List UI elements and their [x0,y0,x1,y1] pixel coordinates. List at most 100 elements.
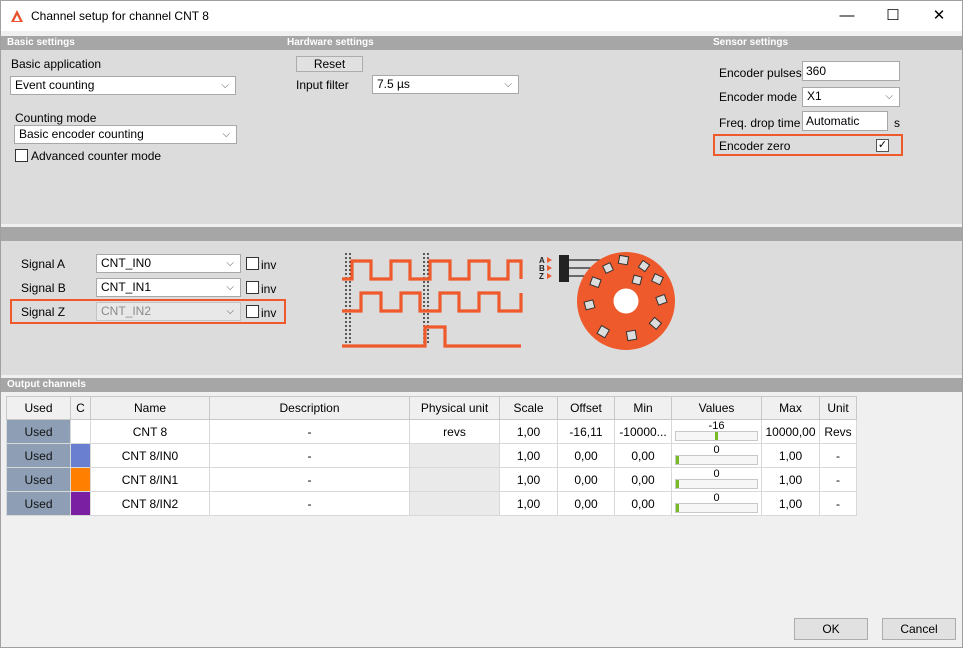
column-header-unit[interactable]: Unit [819,396,857,420]
column-header-max[interactable]: Max [761,396,820,420]
encoder-mode-select[interactable]: X1 ⌵ [802,87,900,107]
value-bar [675,431,758,441]
column-header-name[interactable]: Name [90,396,210,420]
counting-mode-select[interactable]: Basic encoder counting ⌵ [14,125,237,144]
description-cell[interactable]: - [209,419,410,444]
unit-cell[interactable]: Revs [819,419,857,444]
ok-button[interactable]: OK [794,618,868,640]
used-cell[interactable]: Used [6,443,71,468]
column-header-used[interactable]: Used [6,396,71,420]
table-row[interactable]: Used CNT 8/IN0-1,00 0,00 0,00 0 1,00- [6,443,857,468]
column-header-description[interactable]: Description [209,396,410,420]
name-cell[interactable]: CNT 8/IN0 [90,443,210,468]
max-cell[interactable]: 1,00 [761,467,820,492]
used-cell[interactable]: Used [6,467,71,492]
column-header-physical-unit[interactable]: Physical unit [409,396,500,420]
column-header-min[interactable]: Min [614,396,672,420]
reset-button[interactable]: Reset [296,56,363,72]
scale-cell[interactable]: 1,00 [499,443,558,468]
physical-unit-cell[interactable] [409,443,500,468]
physical-unit-cell[interactable]: revs [409,419,500,444]
chevron-down-icon: ⌵ [222,129,230,140]
max-cell[interactable]: 1,00 [761,443,820,468]
used-cell[interactable]: Used [6,419,71,444]
offset-cell[interactable]: 0,00 [557,467,615,492]
close-button[interactable]: ✕ [916,1,962,31]
color-swatch[interactable] [70,443,91,468]
description-cell[interactable]: - [209,467,410,492]
channel-setup-window: Channel setup for channel CNT 8 — ☐ ✕ Ba… [0,0,963,648]
unit-cell[interactable]: - [819,491,857,516]
freq-drop-input[interactable]: Automatic [802,111,888,131]
chevron-down-icon: ⌵ [885,91,893,102]
output-channels-header: Output channels [7,379,86,390]
waveform-z [342,325,521,348]
chevron-down-icon: ⌵ [504,79,512,90]
values-cell: 0 [671,443,762,468]
column-header-color[interactable]: C [70,396,91,420]
value-marker [676,504,679,512]
scale-cell[interactable]: 1,00 [499,419,558,444]
max-cell[interactable]: 10000,00 [761,419,820,444]
cancel-button[interactable]: Cancel [882,618,956,640]
max-cell[interactable]: 1,00 [761,491,820,516]
input-filter-select[interactable]: 7.5 µs ⌵ [372,75,519,94]
unit-cell[interactable]: - [819,467,857,492]
freq-drop-unit: s [894,116,900,130]
encoder-mode-value: X1 [807,89,822,103]
maximize-button[interactable]: ☐ [870,1,916,31]
signal-z-value: CNT_IN2 [101,304,152,318]
waveform-a [342,259,523,281]
advanced-counter-checkbox[interactable] [15,149,28,162]
scale-cell[interactable]: 1,00 [499,491,558,516]
offset-cell[interactable]: -16,11 [557,419,615,444]
encoder-pulses-input[interactable]: 360 [802,61,900,81]
table-row[interactable]: Used CNT 8/IN1-1,00 0,00 0,00 0 1,00- [6,467,857,492]
name-cell[interactable]: CNT 8/IN2 [90,491,210,516]
min-cell[interactable]: 0,00 [614,467,672,492]
min-cell[interactable]: -10000... [614,419,672,444]
name-cell[interactable]: CNT 8 [90,419,210,444]
color-swatch[interactable] [70,419,91,444]
offset-cell[interactable]: 0,00 [557,491,615,516]
encoder-label-z: Z [539,272,544,281]
values-cell: 0 [671,467,762,492]
used-cell[interactable]: Used [6,491,71,516]
basic-application-label: Basic application [11,57,102,71]
physical-unit-cell[interactable] [409,467,500,492]
min-cell[interactable]: 0,00 [614,491,672,516]
signal-b-select[interactable]: CNT_IN1 ⌵ [96,278,241,297]
encoder-disc-hub [613,288,639,314]
value-marker [676,456,679,464]
counting-mode-label: Counting mode [15,111,97,125]
basic-application-select[interactable]: Event counting ⌵ [10,76,236,95]
name-cell[interactable]: CNT 8/IN1 [90,467,210,492]
signal-b-inv-checkbox[interactable] [246,281,259,294]
encoder-zero-checkbox[interactable]: ✓ [876,139,889,152]
signal-header-bar [1,227,962,241]
column-header-scale[interactable]: Scale [499,396,558,420]
signal-b-label: Signal B [21,281,66,295]
chevron-down-icon: ⌵ [226,306,234,317]
signal-a-select[interactable]: CNT_IN0 ⌵ [96,254,241,273]
description-cell[interactable]: - [209,443,410,468]
offset-cell[interactable]: 0,00 [557,443,615,468]
signal-z-select[interactable]: CNT_IN2 ⌵ [96,302,241,321]
signal-z-inv-checkbox[interactable] [246,305,259,318]
unit-cell[interactable]: - [819,443,857,468]
column-header-offset[interactable]: Offset [557,396,615,420]
scale-cell[interactable]: 1,00 [499,467,558,492]
color-swatch[interactable] [70,467,91,492]
color-swatch[interactable] [70,491,91,516]
table-row[interactable]: Used CNT 8- revs 1,00 -16,11 -10000... -16 1000… [6,419,857,444]
column-header-values[interactable]: Values [671,396,762,420]
encoder-mode-label: Encoder mode [719,90,798,104]
minimize-button[interactable]: — [824,1,870,31]
physical-unit-cell[interactable] [409,491,500,516]
table-row[interactable]: Used CNT 8/IN2-1,00 0,00 0,00 0 1,00- [6,491,857,516]
signal-b-value: CNT_IN1 [101,280,152,294]
description-cell[interactable]: - [209,491,410,516]
signal-a-inv-checkbox[interactable] [246,257,259,270]
freq-drop-label: Freq. drop time [719,116,801,130]
min-cell[interactable]: 0,00 [614,443,672,468]
